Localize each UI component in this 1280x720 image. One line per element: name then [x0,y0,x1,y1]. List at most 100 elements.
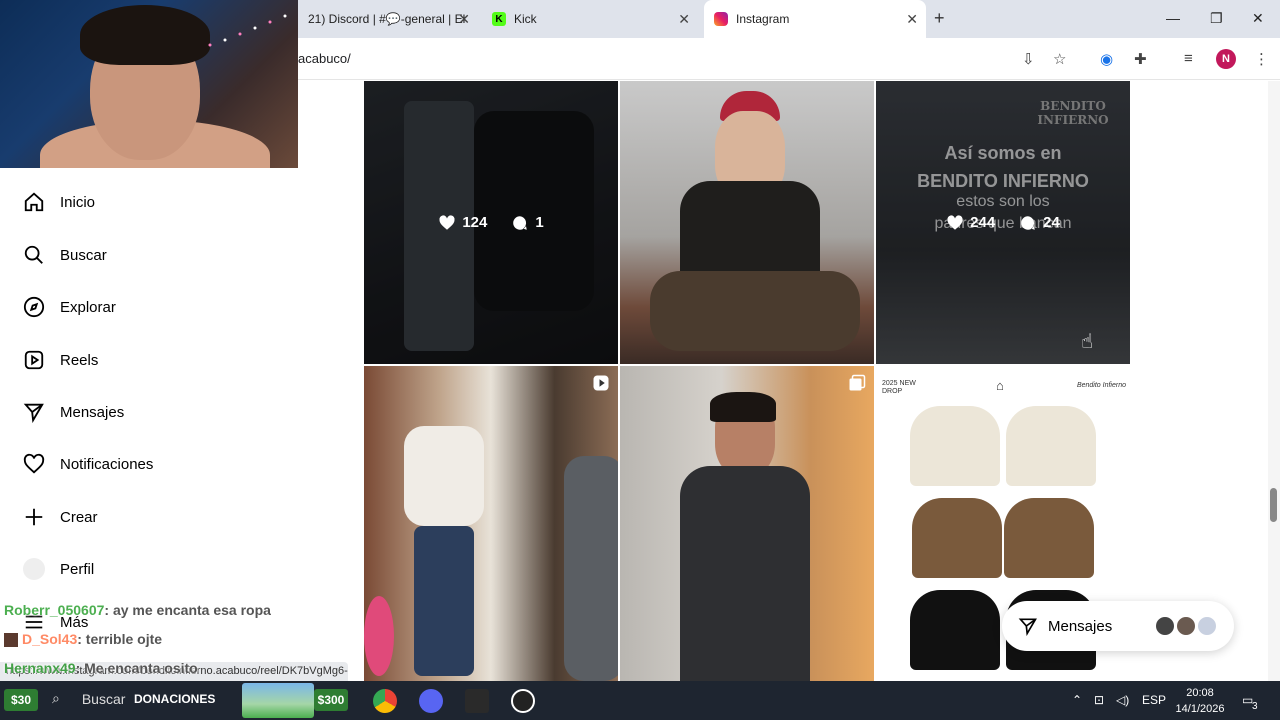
post-tile[interactable]: BENDITO INFIERNO Así somos en BENDITO IN… [876,81,1130,364]
heart-icon [439,214,455,230]
hoodie-product [1006,406,1096,486]
sidebar-item-perfil[interactable]: Perfil [22,557,94,581]
sidebar-item-label: Perfil [60,560,95,578]
profile-avatar[interactable]: N [1216,49,1236,69]
avatar [1154,615,1176,637]
install-app-icon[interactable]: ⇩ [1022,50,1035,68]
reel-icon [593,375,609,391]
tab-instagram-label: Instagram [736,12,790,26]
donation-badge: $30 [4,689,38,711]
sidebar-item-inicio[interactable]: Inicio [22,190,95,214]
taskbar-search[interactable]: ⌕ Buscar [52,690,125,707]
landscape-thumbnail [242,683,314,718]
instagram-icon [714,12,728,26]
chevron-up-icon[interactable]: ⌃ [1072,693,1082,707]
avatar [22,557,46,581]
post-tile[interactable] [364,366,618,681]
close-icon[interactable]: ✕ [678,11,690,28]
kebab-menu-icon[interactable]: ⋮ [1254,50,1269,68]
comment-count: 1 [535,214,544,231]
sidebar-item-label: Buscar [60,246,107,264]
brand-logo-icon: ⌂ [996,378,1004,393]
media-control-icon[interactable]: ≡ [1184,50,1193,67]
kick-icon: K [492,12,506,26]
tab-discord[interactable]: 21) Discord | #💬-general | El ✕ [298,0,478,38]
chat-message: D_Sol43: terrible ojte [4,631,162,648]
messages-button[interactable]: Mensajes [1002,601,1234,651]
sidebar-item-label: Mensajes [60,403,125,421]
sidebar-item-explorar[interactable]: Explorar [22,295,116,319]
hoodie-product [910,590,1000,670]
post-tile[interactable] [620,81,874,364]
tab-kick-label: Kick [514,12,537,26]
sidebar-item-label: Notificaciones [60,455,154,473]
taskbar-search-label: Buscar [81,690,126,707]
hoodie-product [912,498,1002,578]
tab-instagram[interactable]: Instagram ✕ [704,0,926,38]
chrome-icon[interactable] [373,689,397,713]
obs-icon[interactable] [511,689,535,713]
donation-goal-badge: $300 [314,689,348,711]
send-icon [22,400,46,424]
extensions-icon[interactable]: ✚ [1134,50,1147,68]
network-icon[interactable]: ⊡ [1094,693,1104,707]
volume-icon[interactable]: ◁) [1116,693,1129,707]
maximize-icon[interactable]: ❐ [1210,10,1223,27]
post-tile[interactable]: 124 1 [364,81,618,364]
heart-icon [22,452,46,476]
send-icon [1018,616,1038,636]
like-count: 244 [970,214,996,231]
page-scrollbar[interactable] [1268,81,1280,681]
close-icon[interactable]: ✕ [458,11,470,28]
tab-discord-label: 21) Discord | #💬-general | El [308,12,466,26]
extension-audio-icon[interactable]: ◉ [1100,50,1113,68]
bookmark-star-icon[interactable]: ☆ [1053,50,1066,68]
language-indicator[interactable]: ESP [1142,693,1166,707]
hand-cursor-icon: ☝ [1081,331,1094,353]
sidebar-item-reels[interactable]: Reels [22,348,98,372]
scrollbar-thumb[interactable] [1270,488,1277,522]
sidebar-item-mensajes[interactable]: Mensajes [22,400,124,424]
tab-kick[interactable]: K Kick ✕ [482,0,698,38]
post-tile[interactable] [620,366,874,681]
search-icon [22,243,46,267]
close-icon[interactable]: ✕ [906,11,918,28]
url-text[interactable]: acabuco/ [298,51,351,66]
chat-username: D_Sol43 [22,631,78,647]
hoodie-product [910,406,1000,486]
sidebar-item-notificaciones[interactable]: Notificaciones [22,452,153,476]
profile-post-grid: 124 1 BENDITO INFIERNO Así somos en BEND… [364,81,1130,681]
sidebar-item-label: Inicio [60,193,96,211]
sidebar-item-buscar[interactable]: Buscar [22,243,107,267]
chat-message: Hernanx49: Me encanta osito [4,660,198,676]
avatar [1175,615,1197,637]
windows-taskbar: $30 ⌕ Buscar DONACIONES $300 ⌃ ⊡ ◁) ESP … [0,681,1280,720]
home-icon [22,190,46,214]
clock-date: 14/1/2026 [1175,703,1225,715]
sidebar-item-label: Crear [60,508,98,526]
compass-icon [22,295,46,319]
chat-username: Hernanx49 [4,660,76,676]
window-close-icon[interactable]: ✕ [1252,10,1264,27]
chat-text: : ay me encanta esa ropa [104,602,271,618]
post-hover-overlay: 244 24 [876,81,1130,364]
search-icon: ⌕ [52,690,60,706]
reels-icon [22,348,46,372]
comment-icon [513,215,528,230]
sidebar-item-crear[interactable]: Crear [22,505,98,529]
like-count: 124 [462,214,488,231]
new-tab-button[interactable]: + [934,8,945,29]
string-lights-decoration [208,14,287,47]
minimize-icon[interactable]: — [1166,10,1180,26]
messages-label: Mensajes [1048,617,1113,635]
epic-games-icon[interactable] [465,689,489,713]
discord-icon[interactable] [419,689,443,713]
chat-username: Roberr_050607 [4,602,105,618]
hoodie-product [1004,498,1094,578]
comment-icon [1021,215,1035,230]
clock-time: 20:08 [1186,687,1214,699]
chat-message: Roberr_050607: ay me encanta esa ropa [4,602,271,618]
sidebar-item-label: Reels [60,351,99,369]
streamer-webcam [0,0,298,168]
clock[interactable]: 20:08 14/1/2026 [1170,685,1230,717]
